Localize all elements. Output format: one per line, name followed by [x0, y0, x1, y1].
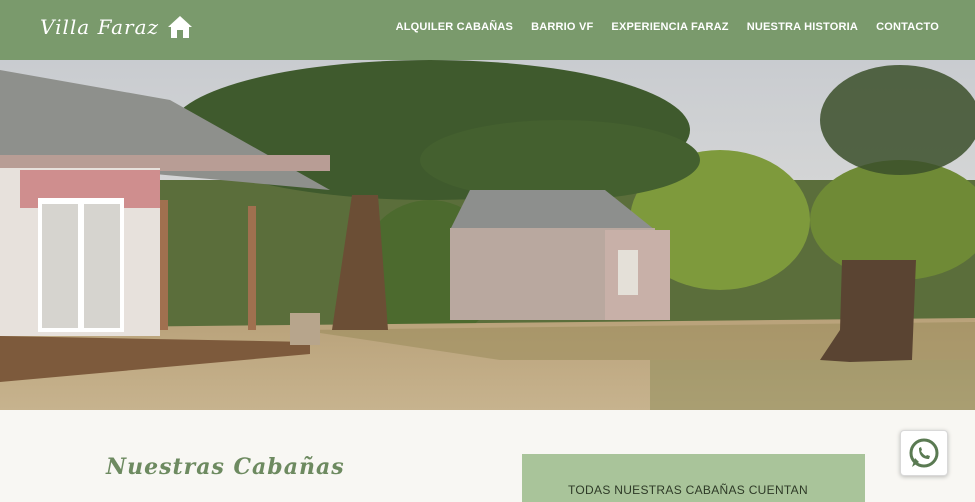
section-heading: Nuestras Cabañas	[106, 454, 345, 480]
cabanas-section: Nuestras Cabañas TODAS NUESTRAS CABAÑAS …	[0, 410, 975, 502]
features-box-title: TODAS NUESTRAS CABAÑAS CUENTAN	[568, 483, 808, 497]
main-nav: ALQUILER CABAÑAS BARRIO VF EXPERIENCIA F…	[396, 21, 939, 33]
home-icon	[168, 16, 193, 38]
nav-alquiler-cabanas[interactable]: ALQUILER CABAÑAS	[396, 21, 513, 33]
features-box: TODAS NUESTRAS CABAÑAS CUENTAN	[522, 454, 865, 502]
logo-text: Villa Faraz	[40, 15, 160, 39]
nav-nuestra-historia[interactable]: NUESTRA HISTORIA	[747, 21, 858, 33]
site-navbar: Villa Faraz ALQUILER CABAÑAS BARRIO VF E…	[0, 0, 975, 60]
nav-barrio-vf[interactable]: BARRIO VF	[531, 21, 593, 33]
whatsapp-button[interactable]	[900, 430, 948, 476]
whatsapp-icon	[909, 438, 939, 468]
nav-experiencia-faraz[interactable]: EXPERIENCIA FARAZ	[611, 21, 728, 33]
nav-contacto[interactable]: CONTACTO	[876, 21, 939, 33]
site-logo[interactable]: Villa Faraz	[40, 14, 193, 40]
hero-photo-illustration	[0, 60, 975, 410]
hero-image	[0, 60, 975, 410]
